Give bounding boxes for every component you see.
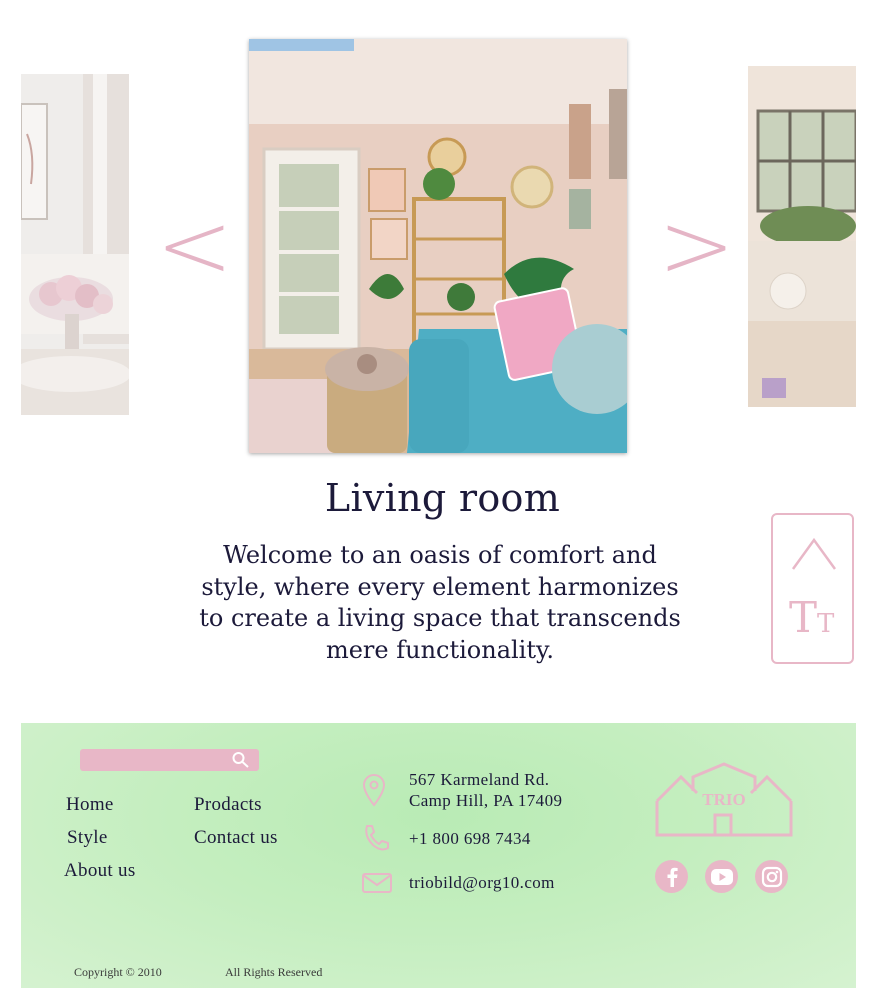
text-size-large-label: T bbox=[789, 593, 818, 642]
carousel-slide-current[interactable] bbox=[249, 39, 627, 453]
phone-icon bbox=[365, 825, 389, 851]
logo-text: TRIO bbox=[702, 790, 746, 809]
chevron-up-icon[interactable] bbox=[791, 537, 837, 571]
carousel-title: Living room bbox=[324, 476, 561, 520]
footer-nav-about[interactable]: About us bbox=[64, 860, 136, 882]
instagram-button[interactable] bbox=[755, 860, 788, 893]
footer-nav-home[interactable]: Home bbox=[66, 794, 114, 816]
living-room-white-image bbox=[21, 74, 129, 415]
footer: Home Prodacts Style Contact us About us … bbox=[21, 723, 856, 988]
youtube-button[interactable] bbox=[705, 860, 738, 893]
mail-icon bbox=[362, 873, 392, 893]
carousel-next-button[interactable]: > bbox=[658, 200, 735, 292]
text-size-button[interactable]: TT bbox=[789, 593, 834, 642]
facebook-button[interactable] bbox=[655, 860, 688, 893]
footer-nav-style[interactable]: Style bbox=[67, 827, 108, 849]
email-address[interactable]: triobild@org10.com bbox=[409, 873, 555, 893]
facebook-icon bbox=[667, 867, 678, 887]
trio-logo: TRIO bbox=[654, 761, 794, 839]
copyright-text: Copyright © 2010 bbox=[74, 965, 162, 979]
footer-nav-products[interactable]: Prodacts bbox=[194, 794, 262, 816]
carousel-slide-next[interactable] bbox=[748, 66, 856, 407]
instagram-icon bbox=[761, 866, 782, 887]
rights-text: All Rights Reserved bbox=[225, 965, 323, 979]
youtube-icon bbox=[710, 868, 733, 885]
carousel-slide-previous[interactable] bbox=[21, 74, 129, 415]
search-icon[interactable] bbox=[231, 751, 251, 769]
living-room-image bbox=[249, 39, 627, 453]
footer-nav-contact[interactable]: Contact us bbox=[194, 827, 278, 849]
carousel-prev-button[interactable]: < bbox=[156, 200, 233, 292]
sunroom-image bbox=[748, 66, 856, 407]
address-line2: Camp Hill, PA 17409 bbox=[409, 791, 563, 810]
search-input[interactable] bbox=[80, 749, 259, 771]
phone-number[interactable]: +1 800 698 7434 bbox=[409, 829, 531, 849]
address-line1: 567 Karmeland Rd. bbox=[409, 770, 550, 789]
location-pin-icon bbox=[362, 774, 386, 807]
text-size-small-label: T bbox=[817, 609, 835, 639]
carousel-description: Welcome to an oasis of comfort and style… bbox=[199, 541, 681, 664]
accessibility-widget: TT bbox=[771, 513, 854, 664]
